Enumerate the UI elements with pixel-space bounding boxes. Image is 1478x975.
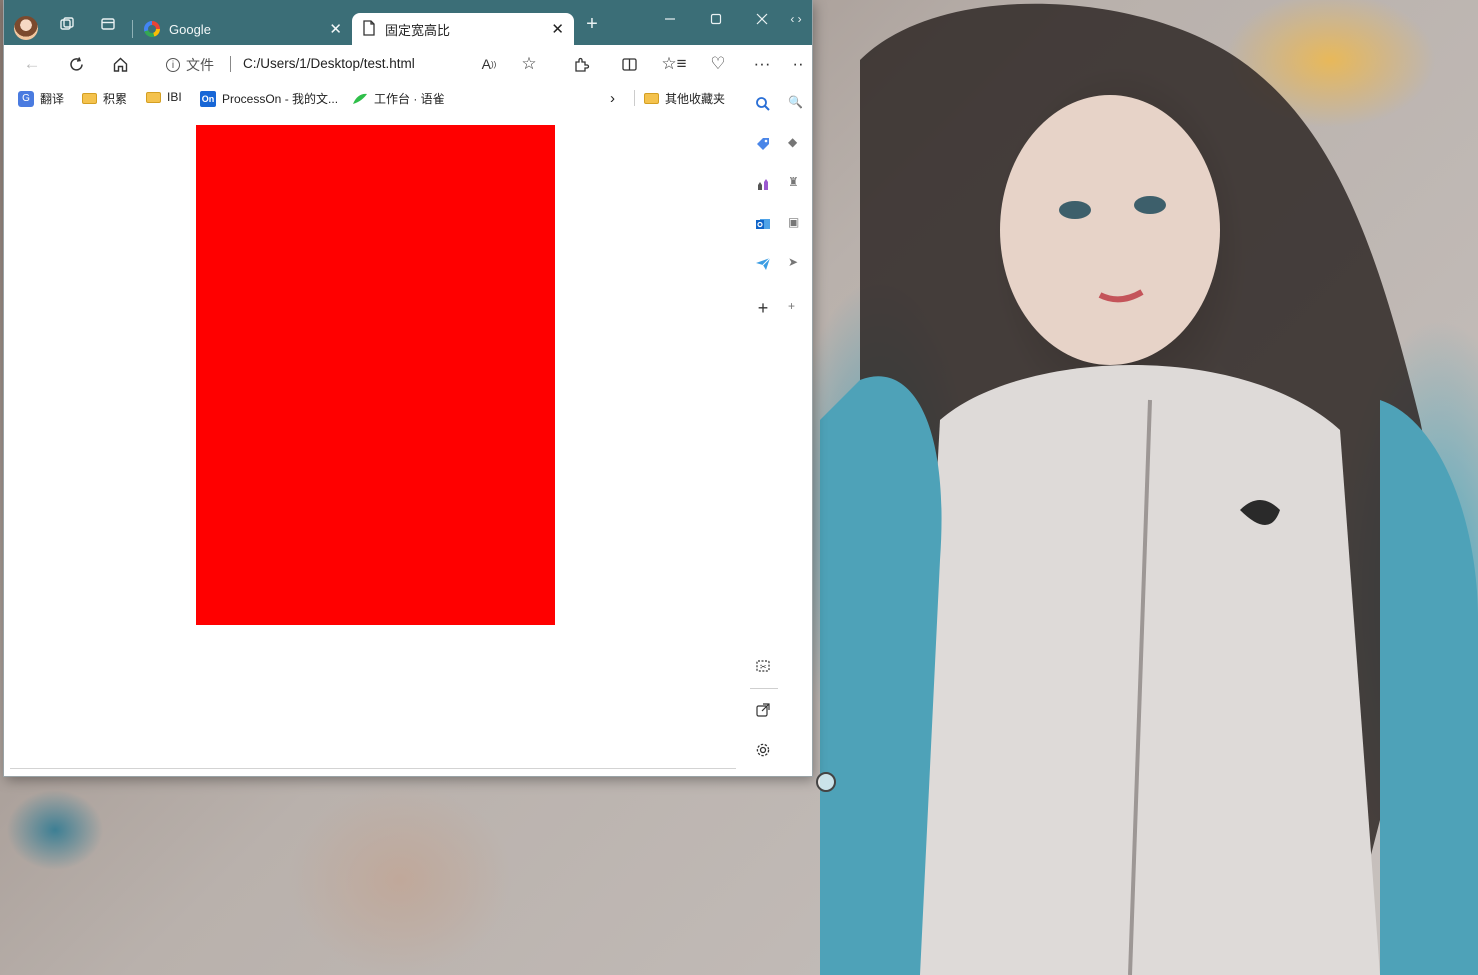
wallpaper-illustration [820,3,1478,975]
ghost-add-icon: + [788,299,796,313]
tab-google[interactable]: Google ✕ [134,13,352,45]
refresh-icon[interactable] [65,53,87,75]
favorite-label: 翻译 [40,92,65,106]
browser-essentials-icon[interactable]: ♡ [707,53,729,75]
minimize-icon[interactable] [650,8,690,30]
favorite-other-folder[interactable]: 其他收藏夹 [644,90,725,107]
new-tab-icon[interactable]: + [581,13,603,35]
outlook-icon[interactable] [752,213,774,235]
close-window-icon[interactable] [742,8,782,30]
yuque-icon [352,92,368,106]
close-tab-icon[interactable]: ✕ [551,20,564,38]
red-box [196,125,555,625]
more-options-ghost-icon: ·· [792,54,804,73]
folder-icon [644,93,659,104]
home-icon[interactable] [109,53,131,75]
ghost-send-icon: ➤ [788,255,799,269]
favorite-yuque[interactable]: 工作台 · 语雀 [352,90,445,107]
google-icon [144,21,160,37]
tab-active[interactable]: 固定宽高比 ✕ [352,13,574,45]
favorite-translate[interactable]: G 翻译 [18,90,64,107]
tab-actions-icon[interactable] [97,13,119,35]
tab-title: Google [169,21,211,37]
info-icon: i [166,58,180,72]
page-icon [362,19,376,39]
favorite-label: 工作台 · 语雀 [374,92,445,106]
search-icon[interactable] [752,93,774,115]
favorite-label: IBI [167,90,182,104]
ghost-games-icon: ♜ [788,175,799,189]
telegram-send-icon[interactable] [752,253,774,275]
tab-divider [132,20,133,38]
screenshot-icon[interactable]: ✂ [752,655,774,677]
favorite-star-icon[interactable]: ☆ [518,53,540,75]
favorite-folder-accumulate[interactable]: 积累 [82,90,127,107]
open-external-icon[interactable] [752,699,774,721]
resize-cursor-icon [816,772,836,792]
favorites-overflow-chevron-icon[interactable]: › [610,90,615,107]
profile-avatar[interactable] [14,16,38,40]
split-screen-icon[interactable] [618,53,640,75]
tab-title: 固定宽高比 [385,22,451,38]
favorites-bar: G 翻译 积累 IBI On ProcessOn - 我的文... 工作台 · … [4,83,812,113]
ghost-search-icon: 🔍 [788,95,803,109]
read-aloud-icon[interactable]: A)) [478,53,500,75]
svg-text:✂: ✂ [760,663,767,672]
more-options-icon[interactable]: ··· [751,53,773,75]
maximize-icon[interactable] [696,8,736,30]
games-icon[interactable] [752,173,774,195]
extensions-icon[interactable] [570,53,592,75]
folder-icon [146,91,161,103]
favorites-list-icon[interactable]: ☆≡ [661,53,686,75]
sidebar-divider [750,688,778,689]
ghost-tag-icon: ◆ [788,135,798,149]
favorite-label: 积累 [103,92,128,106]
tab-strip: Google ✕ 固定宽高比 ✕ + ‹ › [4,0,812,45]
browser-window: Google ✕ 固定宽高比 ✕ + ‹ › ← i 文件 C:/Users/1… [4,0,812,776]
toolbar: ← i 文件 C:/Users/1/Desktop/test.html A)) … [4,45,812,83]
favorite-folder-ibi[interactable]: IBI [146,90,182,104]
back-icon[interactable]: ← [21,53,43,75]
favorite-label: 其他收藏夹 [665,92,726,106]
ghost-outlook-icon: ▣ [788,215,800,229]
page-content [4,113,744,776]
add-sidebar-app-icon[interactable]: + [752,297,774,319]
address-bar-url[interactable]: C:/Users/1/Desktop/test.html [243,56,415,71]
favorites-separator [634,90,635,106]
shopping-tag-icon[interactable] [752,133,774,155]
translate-icon: G [18,90,34,107]
close-tab-icon[interactable]: ✕ [329,20,342,38]
processon-icon: On [200,90,216,107]
favorite-processon[interactable]: On ProcessOn - 我的文... [200,90,338,107]
workspaces-icon[interactable] [56,13,78,35]
address-separator [230,56,231,72]
folder-icon [82,93,97,104]
favorite-label: ProcessOn - 我的文... [222,92,339,106]
site-info-label: 文件 [186,57,214,73]
content-bottom-border [10,768,736,769]
sidebar-settings-gear-icon[interactable] [752,739,774,761]
site-info-button[interactable]: i 文件 [166,55,214,75]
chevrons-icon: ‹ › [790,12,802,26]
edge-sidebar: + ✂ 🔍 ◆ ♜ ▣ ➤ + [744,83,812,776]
